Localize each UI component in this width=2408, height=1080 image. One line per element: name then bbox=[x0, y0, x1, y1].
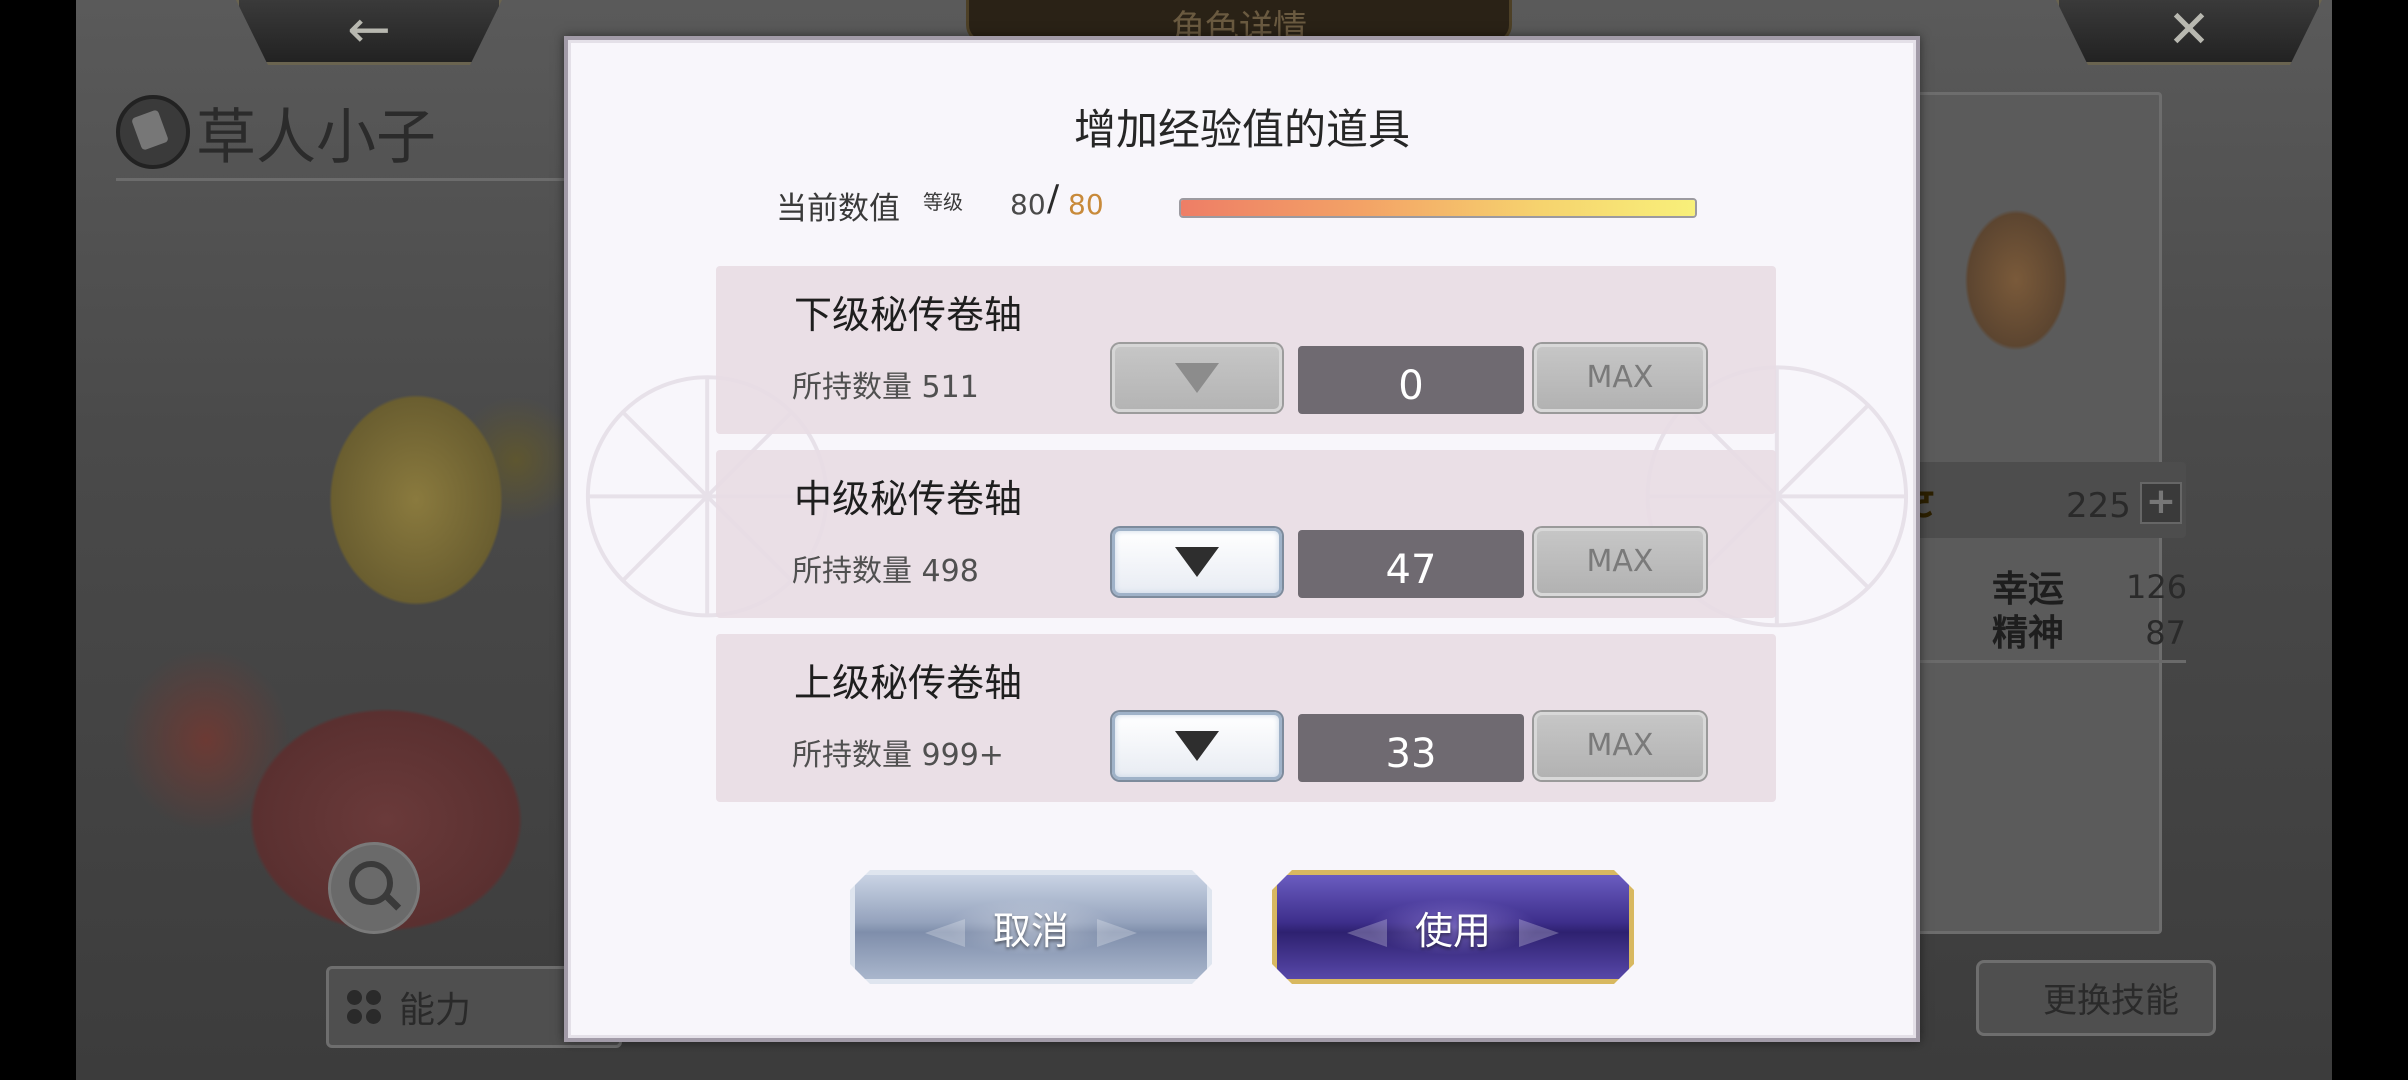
decrease-button[interactable] bbox=[1112, 528, 1282, 596]
grid-dots-icon bbox=[347, 990, 381, 1024]
item-owned-count: 所持数量 999+ bbox=[792, 738, 1004, 773]
stat-points-value: 225 bbox=[2066, 486, 2131, 526]
back-arrow-icon: ← bbox=[347, 0, 391, 60]
magnifier-icon[interactable] bbox=[328, 842, 420, 934]
item-row-mid-scroll: 中级秘传卷轴 所持数量 498 47 MAX bbox=[716, 450, 1776, 618]
max-button[interactable]: MAX bbox=[1534, 528, 1706, 596]
back-button[interactable]: ← bbox=[236, 0, 502, 65]
character-name-header: 草人小子 bbox=[116, 92, 436, 173]
triangle-down-icon bbox=[1175, 363, 1219, 393]
quantity-display: 47 bbox=[1298, 530, 1524, 598]
level-max: 80 bbox=[1068, 188, 1104, 221]
exp-item-dialog: 增加经验值的道具 当前数值 等级 80 / 80 下级秘传卷轴 所持数量 511… bbox=[564, 36, 1920, 1042]
item-owned-count: 所持数量 511 bbox=[792, 370, 979, 405]
triangle-down-icon bbox=[1175, 731, 1219, 761]
level-tag: 等级 bbox=[923, 190, 963, 214]
close-button[interactable]: ✕ bbox=[2056, 0, 2322, 65]
stat-value-spirit: 87 bbox=[2145, 614, 2186, 652]
max-button[interactable]: MAX bbox=[1534, 344, 1706, 412]
use-button[interactable]: 使用 bbox=[1272, 870, 1634, 984]
level-current: 80 bbox=[1010, 188, 1046, 221]
change-skill-button[interactable]: 更换技能 bbox=[1976, 960, 2216, 1036]
quantity-display: 0 bbox=[1298, 346, 1524, 414]
item-row-high-scroll: 上级秘传卷轴 所持数量 999+ 33 MAX bbox=[716, 634, 1776, 802]
character-class-emblem-icon bbox=[116, 95, 190, 169]
ability-button-label: 能力 bbox=[399, 990, 472, 1031]
item-owned-count: 所持数量 498 bbox=[792, 554, 979, 589]
exp-progress-bar bbox=[1179, 198, 1697, 218]
max-button[interactable]: MAX bbox=[1534, 712, 1706, 780]
character-portrait bbox=[1906, 150, 2126, 410]
plus-icon[interactable]: + bbox=[2140, 482, 2182, 524]
exp-progress-fill bbox=[1181, 200, 1695, 216]
character-name: 草人小子 bbox=[196, 102, 436, 173]
item-row-low-scroll: 下级秘传卷轴 所持数量 511 0 MAX bbox=[716, 266, 1776, 434]
quantity-display: 33 bbox=[1298, 714, 1524, 782]
cancel-button[interactable]: 取消 bbox=[850, 870, 1212, 984]
item-name: 上级秘传卷轴 bbox=[794, 661, 1023, 705]
current-value-label: 当前数值 bbox=[776, 191, 900, 227]
divider bbox=[1906, 660, 2186, 663]
triangle-down-icon bbox=[1175, 547, 1219, 577]
decrease-button[interactable] bbox=[1112, 344, 1282, 412]
level-separator: / bbox=[1047, 178, 1060, 219]
decrease-button[interactable] bbox=[1112, 712, 1282, 780]
close-icon: ✕ bbox=[2167, 0, 2211, 60]
item-name: 中级秘传卷轴 bbox=[794, 477, 1023, 521]
dialog-title: 增加经验值的道具 bbox=[1073, 105, 1410, 154]
item-name: 下级秘传卷轴 bbox=[794, 293, 1023, 337]
stat-label-spirit: 精神 bbox=[1992, 613, 2065, 654]
stat-value-luck: 126 bbox=[2126, 568, 2188, 606]
